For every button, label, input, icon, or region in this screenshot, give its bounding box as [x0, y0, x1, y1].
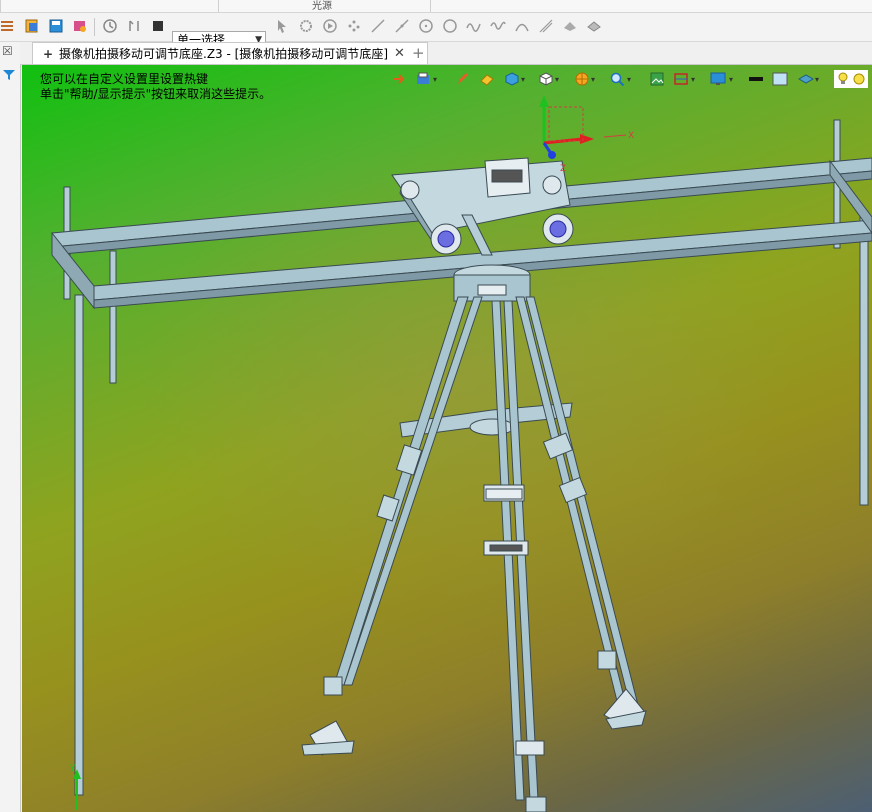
- document-tab-title: 摄像机拍摄移动可调节底座.Z3 - [摄像机拍摄移动可调节底座]: [59, 47, 388, 61]
- tripod-feet: [301, 688, 647, 812]
- spline-icon[interactable]: [466, 18, 482, 34]
- tripod-head: [453, 264, 531, 302]
- save-icon[interactable]: [48, 18, 64, 34]
- camera-slider-model[interactable]: X Z Y: [22, 65, 872, 812]
- camera-dolly: [391, 157, 574, 256]
- main-toolbar: 单一选择 ▼: [0, 13, 872, 49]
- gear-filter-icon[interactable]: [298, 18, 314, 34]
- sketch-layer-icon[interactable]: [586, 18, 602, 34]
- y-axis-letter: Y: [69, 764, 76, 774]
- rollback-icon[interactable]: [126, 18, 142, 34]
- line-icon[interactable]: [370, 18, 386, 34]
- 3d-viewport[interactable]: 您可以在自定义设置里设置热键 单击"帮助/显示提示"按钮来取消这些提示。 ▾ ▾…: [22, 65, 872, 812]
- close-tab-button[interactable]: ✕: [394, 46, 405, 61]
- document-tab-bar: + 摄像机拍摄移动可调节底座.Z3 - [摄像机拍摄移动可调节底座] ✕ +: [20, 42, 872, 65]
- pin-icon[interactable]: +: [41, 47, 55, 61]
- ribbon-strip: 光源: [0, 0, 872, 13]
- sketch-fill-icon[interactable]: [562, 18, 578, 34]
- z-axis-letter: Z: [560, 164, 566, 174]
- ribbon-group-label: 光源: [312, 1, 332, 12]
- open-file-icon[interactable]: [24, 18, 40, 34]
- export-icon[interactable]: [72, 18, 88, 34]
- list-icon[interactable]: [0, 18, 16, 34]
- circle-icon[interactable]: [442, 18, 458, 34]
- new-tab-button[interactable]: +: [412, 44, 425, 62]
- document-tab[interactable]: + 摄像机拍摄移动可调节底座.Z3 - [摄像机拍摄移动可调节底座] ✕: [32, 42, 428, 64]
- circle-center-icon[interactable]: [418, 18, 434, 34]
- point-snap-icon[interactable]: [346, 18, 362, 34]
- ribbon-divider: [430, 0, 431, 12]
- close-panel-icon[interactable]: ☒: [2, 44, 13, 58]
- wave-curve-icon[interactable]: [490, 18, 506, 34]
- filter-icon[interactable]: [2, 68, 16, 82]
- arc-icon[interactable]: [514, 18, 530, 34]
- line-tangent-icon[interactable]: [394, 18, 410, 34]
- history-icon[interactable]: [102, 18, 118, 34]
- left-panel: ☒: [0, 42, 21, 812]
- x-axis-letter: X: [628, 131, 634, 141]
- offset-line-icon[interactable]: [538, 18, 554, 34]
- ribbon-divider: [218, 0, 219, 12]
- pointer-icon[interactable]: [274, 18, 290, 34]
- stop-icon[interactable]: [150, 18, 166, 34]
- toolbar-separator: [94, 18, 95, 36]
- ribbon-divider: [0, 0, 1, 12]
- play-icon[interactable]: [322, 18, 338, 34]
